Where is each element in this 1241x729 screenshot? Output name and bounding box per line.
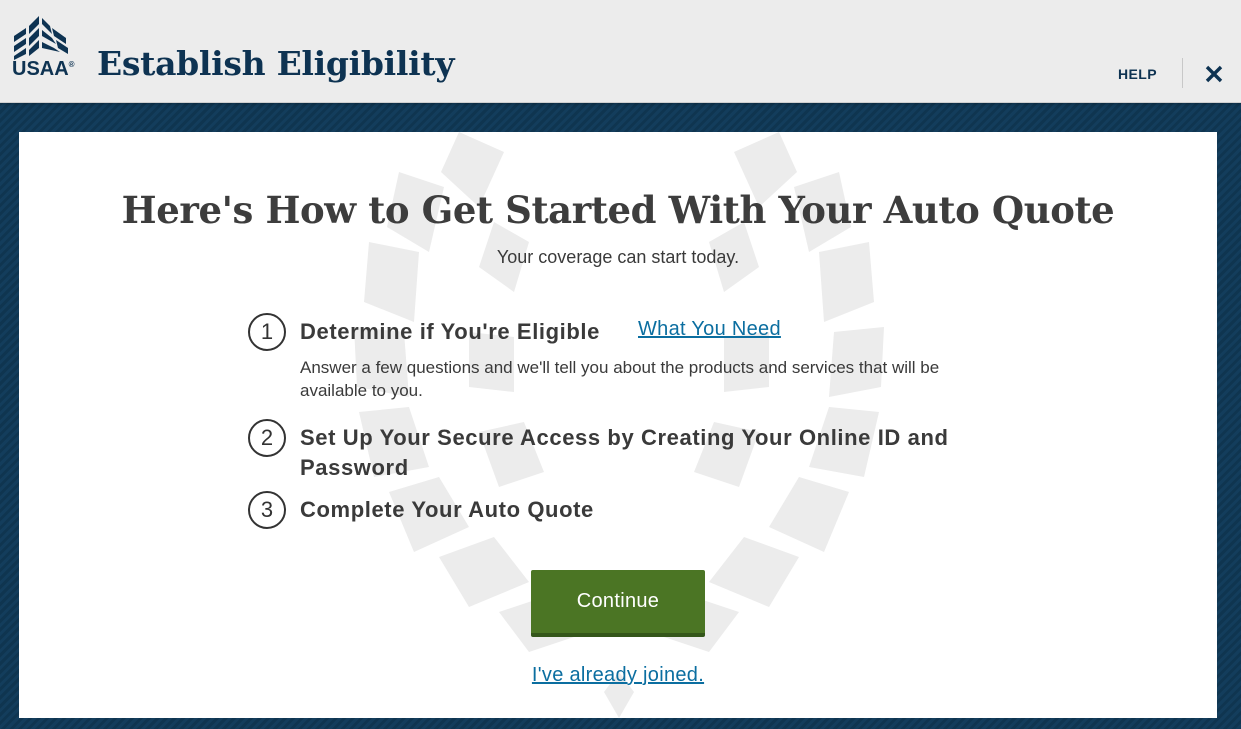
continue-button[interactable]: Continue bbox=[531, 570, 705, 637]
header-divider bbox=[1182, 58, 1183, 88]
step-3-number: 3 bbox=[248, 491, 286, 529]
what-you-need-link[interactable]: What You Need bbox=[638, 318, 781, 341]
top-header: USAA® Establish Eligibility HELP bbox=[0, 0, 1241, 103]
page-subtitle: Your coverage can start today. bbox=[496, 247, 740, 267]
step-1-number: 1 bbox=[248, 313, 286, 351]
usaa-wordmark: USAA® bbox=[12, 58, 75, 80]
step-2-title: Set Up Your Secure Access by Creating Yo… bbox=[300, 425, 949, 480]
step-1-description: Answer a few questions and we'll tell yo… bbox=[300, 358, 940, 400]
already-joined-link-row: I've already joined. bbox=[19, 664, 1217, 687]
get-started-card: Here's How to Get Started With Your Auto… bbox=[19, 132, 1217, 718]
page-header-title: Establish Eligibility bbox=[97, 44, 455, 83]
page-title: Here's How to Get Started With Your Auto… bbox=[121, 188, 1115, 232]
step-3-title: Complete Your Auto Quote bbox=[300, 497, 594, 522]
step-2-number: 2 bbox=[248, 419, 286, 457]
step-1-title: Determine if You're Eligible bbox=[300, 319, 600, 344]
already-joined-link[interactable]: I've already joined. bbox=[532, 664, 704, 686]
close-icon[interactable] bbox=[1203, 63, 1225, 85]
help-link[interactable]: HELP bbox=[1118, 66, 1157, 82]
